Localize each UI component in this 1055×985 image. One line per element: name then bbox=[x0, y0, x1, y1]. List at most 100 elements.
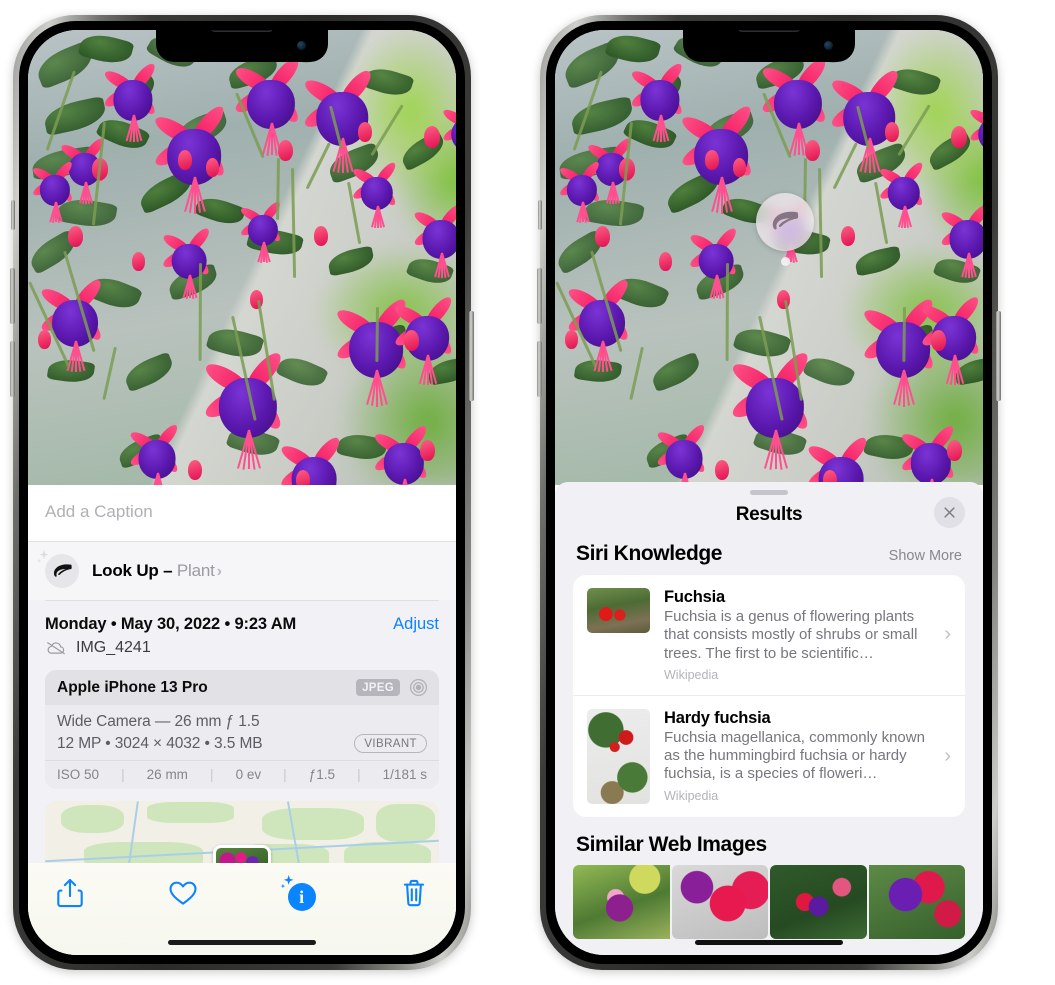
exif-sep-4: | bbox=[357, 767, 361, 782]
photo-filename: IMG_4241 bbox=[76, 639, 151, 656]
visual-lookup-marker[interactable] bbox=[756, 193, 814, 266]
exif-shutter: 1/181 s bbox=[382, 767, 427, 782]
web-image-tile[interactable] bbox=[868, 864, 965, 939]
aperture-icon bbox=[409, 678, 428, 697]
result-body: Fuchsia Fuchsia is a genus of flowering … bbox=[664, 588, 928, 682]
web-image-tile[interactable] bbox=[671, 864, 768, 939]
file-size-info: 12 MP • 3024 × 4032 • 3.5 MB bbox=[57, 734, 263, 752]
phone-body-right: Results Siri Knowledge Show More Fuchsia… bbox=[546, 21, 992, 964]
photo-fuchsia-flower bbox=[158, 215, 220, 299]
size-row: 12 MP • 3024 × 4032 • 3.5 MB VIBRANT bbox=[57, 734, 427, 753]
filename-row: IMG_4241 bbox=[45, 634, 439, 670]
photo-flower-bud bbox=[314, 226, 328, 246]
sheet-title: Results bbox=[735, 504, 803, 525]
photo-fuchsia[interactable] bbox=[28, 30, 456, 485]
photo-flower-bud bbox=[38, 330, 51, 349]
photo-fuchsia[interactable] bbox=[555, 30, 983, 485]
chevron-right-icon: › bbox=[944, 744, 951, 767]
screenshot-stage: Add a Caption Look Up – Plant › Monday •… bbox=[0, 0, 1055, 985]
home-indicator-right[interactable] bbox=[695, 940, 843, 945]
volume-down-button[interactable] bbox=[537, 341, 542, 397]
location-map[interactable] bbox=[45, 801, 439, 871]
screen-right: Results Siri Knowledge Show More Fuchsia… bbox=[555, 30, 983, 955]
photo-info-panel: Add a Caption Look Up – Plant › Monday •… bbox=[28, 485, 456, 955]
siri-knowledge-card: Fuchsia Fuchsia is a genus of flowering … bbox=[573, 575, 965, 817]
iphone-left: Add a Caption Look Up – Plant › Monday •… bbox=[10, 15, 474, 970]
similar-web-images-title: Similar Web Images bbox=[576, 832, 767, 856]
notch-right bbox=[683, 30, 855, 62]
info-glyph: i bbox=[287, 883, 316, 911]
exif-ev: 0 ev bbox=[235, 767, 262, 782]
web-image-tile[interactable] bbox=[770, 864, 867, 939]
front-camera bbox=[297, 41, 306, 50]
photo-flower-bud bbox=[659, 252, 672, 271]
exif-aperture: ƒ1.5 bbox=[308, 767, 336, 782]
close-icon bbox=[944, 507, 955, 518]
list-item[interactable]: Fuchsia Fuchsia is a genus of flowering … bbox=[573, 575, 965, 695]
photo-fuchsia-flower bbox=[348, 150, 406, 228]
adjust-button[interactable]: Adjust bbox=[393, 615, 439, 634]
sheet-header: Results bbox=[555, 495, 983, 540]
list-item[interactable]: Hardy fuchsia Fuchsia magellanica, commo… bbox=[573, 694, 965, 817]
photo-stem bbox=[725, 262, 729, 362]
photo-flower-bud bbox=[951, 126, 967, 148]
photo-fuchsia-flower bbox=[124, 410, 190, 485]
earpiece-speaker bbox=[211, 30, 273, 32]
photo-fuchsia-flower bbox=[98, 48, 168, 142]
caption-field[interactable]: Add a Caption bbox=[28, 485, 456, 542]
similar-web-images-header: Similar Web Images bbox=[555, 817, 983, 865]
sparkle-icon bbox=[36, 550, 49, 563]
power-button[interactable] bbox=[469, 311, 474, 401]
mute-switch[interactable] bbox=[11, 200, 15, 230]
cloud-slash-icon bbox=[47, 642, 65, 655]
photo-flower-bud bbox=[715, 460, 729, 480]
result-source: Wikipedia bbox=[664, 788, 719, 803]
power-button[interactable] bbox=[996, 311, 1001, 401]
chevron-right-icon: › bbox=[944, 623, 951, 646]
flower-corolla bbox=[422, 220, 456, 259]
photo-flower-bud bbox=[565, 330, 578, 349]
photo-flower-bud bbox=[296, 470, 310, 485]
photo-fuchsia-flower bbox=[823, 50, 915, 174]
photo-flower-bud bbox=[805, 140, 820, 161]
result-thumbnail bbox=[587, 588, 650, 633]
web-image-tile[interactable] bbox=[573, 864, 670, 939]
mute-switch[interactable] bbox=[538, 200, 542, 230]
look-up-label: Look Up – Plant › bbox=[92, 561, 222, 581]
photo-fuchsia-flower bbox=[296, 50, 388, 174]
result-description: Fuchsia magellanica, commonly known as t… bbox=[664, 728, 925, 783]
exif-header-badges: JPEG bbox=[356, 678, 428, 697]
exif-iso: ISO 50 bbox=[57, 767, 100, 782]
earpiece-speaker bbox=[738, 30, 800, 32]
photo-flower-bud bbox=[206, 158, 219, 177]
screen-left: Add a Caption Look Up – Plant › Monday •… bbox=[28, 30, 456, 955]
metadata-section: Monday • May 30, 2022 • 9:23 AM Adjust I… bbox=[28, 600, 456, 871]
info-button[interactable]: i bbox=[280, 875, 316, 911]
results-sheet: Results Siri Knowledge Show More Fuchsia… bbox=[555, 482, 983, 955]
heart-icon[interactable] bbox=[168, 877, 198, 909]
trash-icon[interactable] bbox=[399, 877, 429, 909]
close-button[interactable] bbox=[934, 497, 965, 528]
exif-focal: 26 mm bbox=[146, 767, 188, 782]
home-indicator-left[interactable] bbox=[168, 940, 316, 945]
volume-up-button[interactable] bbox=[10, 268, 15, 324]
volume-down-button[interactable] bbox=[10, 341, 15, 397]
exif-sep-2: | bbox=[210, 767, 214, 782]
photo-flower-bud bbox=[947, 440, 962, 461]
photo-flower-bud bbox=[188, 460, 202, 480]
photo-flower-bud bbox=[885, 122, 899, 142]
photo-flower-bud bbox=[404, 330, 419, 351]
photo-fuchsia-flower bbox=[685, 215, 747, 299]
show-more-button[interactable]: Show More bbox=[889, 548, 962, 564]
photo-fuchsia-flower bbox=[555, 150, 609, 223]
leaf-icon bbox=[772, 211, 799, 230]
photo-flower-bud bbox=[132, 252, 145, 271]
exif-card[interactable]: Apple iPhone 13 Pro JPEG Wide Camera — 2… bbox=[45, 670, 439, 789]
volume-up-button[interactable] bbox=[537, 268, 542, 324]
look-up-row[interactable]: Look Up – Plant › bbox=[28, 542, 456, 600]
siri-knowledge-title: Siri Knowledge bbox=[576, 542, 723, 565]
share-icon[interactable] bbox=[55, 877, 85, 909]
photo-flower-bud bbox=[424, 126, 440, 148]
photo-fuchsia-flower bbox=[915, 280, 983, 385]
leaf-icon bbox=[53, 563, 72, 577]
